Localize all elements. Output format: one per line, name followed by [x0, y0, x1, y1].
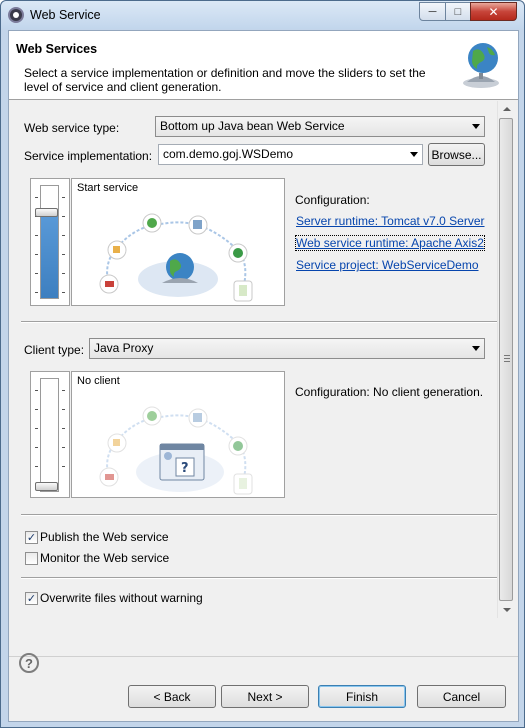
close-button[interactable]: ✕ [470, 2, 517, 21]
unknown-client-icon: ? [159, 443, 205, 481]
scroll-down-icon[interactable] [503, 608, 511, 612]
finish-button[interactable]: Finish [318, 685, 406, 708]
back-button[interactable]: < Back [128, 685, 216, 708]
monitor-checkbox[interactable] [25, 552, 38, 565]
service-configuration-label: Configuration: [295, 193, 370, 207]
web-service-type-select[interactable]: Bottom up Java bean Web Service [155, 116, 485, 137]
next-button-label: Next > [247, 689, 283, 704]
service-project-link[interactable]: Service project: WebServiceDemo [296, 258, 479, 272]
service-implementation-input[interactable]: com.demo.goj.WSDemo [158, 144, 423, 165]
service-level-diagram: Start service [71, 178, 285, 306]
service-implementation-label: Service implementation: [24, 149, 153, 163]
checkmark-icon: ✓ [26, 532, 37, 544]
close-icon: ✕ [488, 4, 499, 19]
scroll-up-icon[interactable] [503, 107, 511, 111]
client-type-select[interactable]: Java Proxy [89, 338, 485, 359]
client-slider-thumb[interactable] [35, 482, 58, 491]
web-service-globe-icon [463, 43, 499, 88]
separator [21, 514, 497, 516]
minimize-button[interactable]: ─ [419, 2, 446, 21]
next-button[interactable]: Next > [221, 685, 309, 708]
client-slider-track [40, 378, 59, 492]
minimize-icon: ─ [428, 5, 437, 18]
maximize-button[interactable]: □ [445, 2, 471, 21]
cancel-button-label: Cancel [442, 689, 481, 704]
chevron-down-icon [472, 124, 480, 129]
chevron-down-icon [472, 346, 480, 351]
service-slider-thumb[interactable] [35, 208, 58, 217]
publish-label: Publish the Web service [40, 530, 169, 544]
help-icon[interactable]: ? [19, 653, 39, 673]
client-slider[interactable] [30, 371, 70, 498]
service-lifecycle-graphic [99, 213, 253, 302]
separator [21, 577, 497, 579]
dialog-client: Web Services Select a service implementa… [8, 30, 519, 722]
service-slider[interactable] [30, 178, 70, 306]
cancel-button[interactable]: Cancel [417, 685, 506, 708]
maximize-icon: □ [454, 5, 462, 18]
service-slider-caption: Start service [77, 182, 139, 194]
web-service-type-label: Web service type: [24, 121, 120, 135]
page-description: Select a service implementation or defin… [24, 66, 426, 94]
finish-button-label: Finish [345, 689, 378, 704]
browse-button-label: Browse... [431, 147, 482, 162]
browse-button[interactable]: Browse... [428, 143, 485, 166]
separator [21, 321, 497, 323]
web-service-runtime-link[interactable]: Web service runtime: Apache Axis2 [295, 235, 485, 251]
service-implementation-value: com.demo.goj.WSDemo [163, 147, 294, 161]
server-runtime-link[interactable]: Server runtime: Tomcat v7.0 Server [296, 214, 485, 228]
back-button-label: < Back [153, 689, 191, 704]
service-slider-track [40, 185, 59, 299]
client-slider-caption: No client [77, 375, 120, 387]
svg-text:?: ? [181, 461, 189, 476]
client-configuration-text: Configuration: No client generation. [295, 385, 484, 399]
client-level-diagram: No client ? [71, 371, 285, 498]
scrollbar-thumb[interactable] [499, 118, 513, 601]
client-type-label: Client type: [24, 343, 85, 357]
page-title: Web Services [16, 42, 98, 56]
overwrite-checkbox[interactable]: ✓ [25, 592, 38, 605]
monitor-label: Monitor the Web service [40, 551, 170, 565]
checkmark-icon: ✓ [26, 593, 37, 605]
web-service-type-value: Bottom up Java bean Web Service [160, 119, 345, 133]
content-scrollbar[interactable] [497, 101, 514, 618]
web-service-window: Web Service ─ □ ✕ Web Services Select a … [0, 0, 525, 728]
title-bar: Web Service ─ □ ✕ [1, 1, 524, 29]
wizard-header: Web Services Select a service implementa… [9, 31, 518, 100]
publish-checkbox[interactable]: ✓ [25, 531, 38, 544]
client-type-value: Java Proxy [94, 341, 154, 355]
chevron-down-icon [410, 152, 418, 157]
overwrite-label: Overwrite files without warning [40, 591, 203, 605]
window-title: Web Service [30, 8, 101, 22]
wizard-content: Web service type: Bottom up Java bean We… [9, 101, 518, 621]
eclipse-icon [8, 7, 24, 23]
